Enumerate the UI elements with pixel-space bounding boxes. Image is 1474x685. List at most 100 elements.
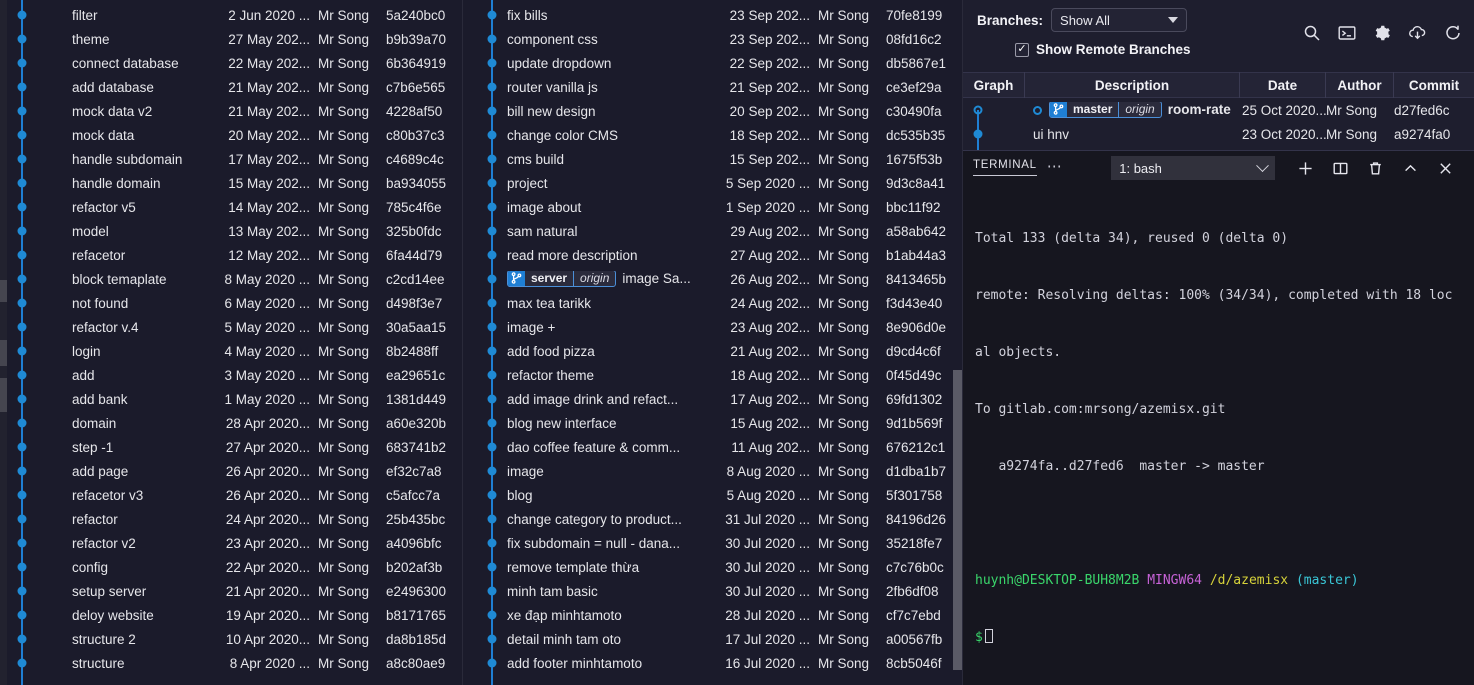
search-icon[interactable]: [1303, 24, 1321, 42]
add-terminal-icon[interactable]: [1297, 160, 1314, 177]
commit-graph-cell: [463, 507, 507, 531]
table-row[interactable]: change category to product...31 Jul 2020…: [463, 507, 962, 531]
commit-graph-cell: [963, 98, 1025, 122]
chevron-up-icon[interactable]: [1402, 160, 1419, 177]
table-row[interactable]: refactor theme18 Aug 202...Mr Song0f45d4…: [463, 363, 962, 387]
table-row[interactable]: image about1 Sep 2020 ...Mr Songbbc11f92: [463, 195, 962, 219]
show-remote-branches-group[interactable]: ✓ Show Remote Branches: [1015, 42, 1191, 57]
table-row[interactable]: detail minh tam oto17 Jul 2020 ...Mr Son…: [463, 627, 962, 651]
branches-select[interactable]: Show All: [1051, 8, 1187, 32]
branch-badge[interactable]: masterorigin: [1049, 102, 1162, 118]
table-row[interactable]: update dropdown22 Sep 202...Mr Songdb586…: [463, 51, 962, 75]
table-row[interactable]: model13 May 202...Mr Song325b0fdc: [0, 219, 462, 243]
table-row[interactable]: add database21 May 202...Mr Songc7b6e565: [0, 75, 462, 99]
commit-hash: 0f45d49c: [880, 368, 962, 383]
table-row[interactable]: deloy website19 Apr 2020...Mr Songb81717…: [0, 603, 462, 627]
table-row[interactable]: add3 May 2020 ...Mr Songea29651c: [0, 363, 462, 387]
table-row[interactable]: cms build15 Sep 202...Mr Song1675f53b: [463, 147, 962, 171]
table-row[interactable]: handle domain15 May 202...Mr Songba93405…: [0, 171, 462, 195]
commit-node-icon: [18, 323, 27, 332]
column-header-date[interactable]: Date: [1240, 72, 1326, 98]
table-row[interactable]: login4 May 2020 ...Mr Song8b2488ff: [0, 339, 462, 363]
table-row[interactable]: fix subdomain = null - dana...30 Jul 202…: [463, 531, 962, 555]
table-row[interactable]: handle subdomain17 May 202...Mr Songc468…: [0, 147, 462, 171]
table-row[interactable]: ui hnv23 Oct 2020...Mr Songa9274fa0: [963, 122, 1474, 146]
refresh-icon[interactable]: [1444, 24, 1462, 42]
table-row[interactable]: max tea tarikk24 Aug 202...Mr Songf3d43e…: [463, 291, 962, 315]
table-row[interactable]: step -127 Apr 2020...Mr Song683741b2: [0, 435, 462, 459]
terminal-icon[interactable]: [1338, 24, 1356, 42]
table-row[interactable]: connect database22 May 202...Mr Song6b36…: [0, 51, 462, 75]
table-row[interactable]: blog5 Aug 2020 ...Mr Song5f301758: [463, 483, 962, 507]
table-row[interactable]: not found6 May 2020 ...Mr Songd498f3e7: [0, 291, 462, 315]
table-row[interactable]: xe đạp minhtamoto28 Jul 2020 ...Mr Songc…: [463, 603, 962, 627]
terminal-tab-label[interactable]: TERMINAL: [973, 160, 1037, 176]
table-row[interactable]: add footer minhtamoto16 Jul 2020 ...Mr S…: [463, 651, 962, 675]
commit-author: Mr Song: [818, 152, 880, 167]
terminal-shell-select[interactable]: 1: bash: [1111, 156, 1275, 180]
table-row[interactable]: add food pizza21 Aug 202...Mr Songd9cd4c…: [463, 339, 962, 363]
close-icon[interactable]: [1437, 160, 1454, 177]
table-row[interactable]: blog new interface15 Aug 202...Mr Song9d…: [463, 411, 962, 435]
table-row[interactable]: refacetor v326 Apr 2020...Mr Songc5afcc7…: [0, 483, 462, 507]
table-row[interactable]: mock data20 May 202...Mr Songc80b37c3: [0, 123, 462, 147]
commit-author: Mr Song: [318, 80, 380, 95]
table-row[interactable]: sam natural29 Aug 202...Mr Songa58ab642: [463, 219, 962, 243]
table-row[interactable]: config22 Apr 2020...Mr Songb202af3b: [0, 555, 462, 579]
commit-graph-cell: [463, 483, 507, 507]
table-row[interactable]: bill new design20 Sep 202...Mr Songc3049…: [463, 99, 962, 123]
table-row[interactable]: remove template thừa30 Jul 2020 ...Mr So…: [463, 555, 962, 579]
branch-badge[interactable]: serverorigin: [507, 271, 616, 287]
table-row[interactable]: structure8 Apr 2020 ...Mr Songa8c80ae9: [0, 651, 462, 675]
kill-terminal-icon[interactable]: [1367, 160, 1384, 177]
table-row[interactable]: filter2 Jun 2020 ...Mr Song5a240bc0: [0, 3, 462, 27]
table-row[interactable]: image8 Aug 2020 ...Mr Songd1dba1b7: [463, 459, 962, 483]
terminal-input-line[interactable]: $: [975, 628, 1462, 647]
table-row[interactable]: masteroriginroom-rate25 Oct 2020...Mr So…: [963, 98, 1474, 122]
table-row[interactable]: theme27 May 202...Mr Songb9b39a70: [0, 27, 462, 51]
table-row[interactable]: image hnv23 Oct 2020...Mr Song17633ea1: [963, 146, 1474, 150]
table-row[interactable]: refactor v223 Apr 2020...Mr Songa4096bfc: [0, 531, 462, 555]
table-row[interactable]: setup server21 Apr 2020...Mr Songe249630…: [0, 579, 462, 603]
commit-node-icon: [488, 587, 497, 596]
split-terminal-icon[interactable]: [1332, 160, 1349, 177]
git-history-window: filter2 Jun 2020 ...Mr Song5a240bc0theme…: [0, 0, 1474, 685]
column-header-description[interactable]: Description: [1025, 72, 1240, 98]
table-row[interactable]: add image drink and refact...17 Aug 202.…: [463, 387, 962, 411]
middle-panel-scrollbar[interactable]: [953, 370, 962, 670]
table-row[interactable]: component css23 Sep 202...Mr Song08fd16c…: [463, 27, 962, 51]
show-remote-branches-checkbox[interactable]: ✓: [1015, 43, 1029, 57]
table-row[interactable]: structure 210 Apr 2020...Mr Songda8b185d: [0, 627, 462, 651]
table-row[interactable]: add bank1 May 2020 ...Mr Song1381d449: [0, 387, 462, 411]
table-row[interactable]: fix bills23 Sep 202...Mr Song70fe8199: [463, 3, 962, 27]
commit-description: blog new interface: [507, 416, 714, 431]
table-row[interactable]: mock data v221 May 202...Mr Song4228af50: [0, 99, 462, 123]
column-header-commit[interactable]: Commit: [1394, 72, 1474, 98]
table-row[interactable]: refactor v514 May 202...Mr Song785c4f6e: [0, 195, 462, 219]
gear-icon[interactable]: [1373, 24, 1391, 42]
table-row[interactable]: change color CMS18 Sep 202...Mr Songdc53…: [463, 123, 962, 147]
table-row[interactable]: add page26 Apr 2020...Mr Songef32c7a8: [0, 459, 462, 483]
table-row[interactable]: minh tam basic30 Jul 2020 ...Mr Song2fb6…: [463, 579, 962, 603]
table-row[interactable]: refactor24 Apr 2020...Mr Song25b435bc: [0, 507, 462, 531]
table-row[interactable]: block temaplate8 May 2020 ...Mr Songc2cd…: [0, 267, 462, 291]
table-row[interactable]: project5 Sep 2020 ...Mr Song9d3c8a41: [463, 171, 962, 195]
terminal-more-icon[interactable]: ⋯: [1047, 159, 1064, 178]
table-row[interactable]: dao coffee feature & comm...11 Aug 202..…: [463, 435, 962, 459]
commit-author: Mr Song: [318, 32, 380, 47]
table-row[interactable]: serveroriginimage Sa...26 Aug 202...Mr S…: [463, 267, 962, 291]
table-row[interactable]: refactor v.45 May 2020 ...Mr Song30a5aa1…: [0, 315, 462, 339]
column-header-author[interactable]: Author: [1326, 72, 1394, 98]
table-row[interactable]: router vanilla js21 Sep 202...Mr Songce3…: [463, 75, 962, 99]
table-row[interactable]: image +23 Aug 202...Mr Song8e906d0e: [463, 315, 962, 339]
column-header-graph[interactable]: Graph: [963, 72, 1025, 98]
cloud-download-icon[interactable]: [1408, 24, 1427, 42]
table-row[interactable]: domain28 Apr 2020...Mr Songa60e320b: [0, 411, 462, 435]
commit-node-icon: [488, 611, 497, 620]
commit-author: Mr Song: [318, 464, 380, 479]
terminal-output[interactable]: Total 133 (delta 34), reused 0 (delta 0)…: [963, 185, 1474, 685]
table-row[interactable]: refacetor12 May 202...Mr Song6fa44d79: [0, 243, 462, 267]
commit-description: ui hnv: [1025, 127, 1240, 142]
commit-graph-cell: [463, 27, 507, 51]
table-row[interactable]: read more description27 Aug 202...Mr Son…: [463, 243, 962, 267]
